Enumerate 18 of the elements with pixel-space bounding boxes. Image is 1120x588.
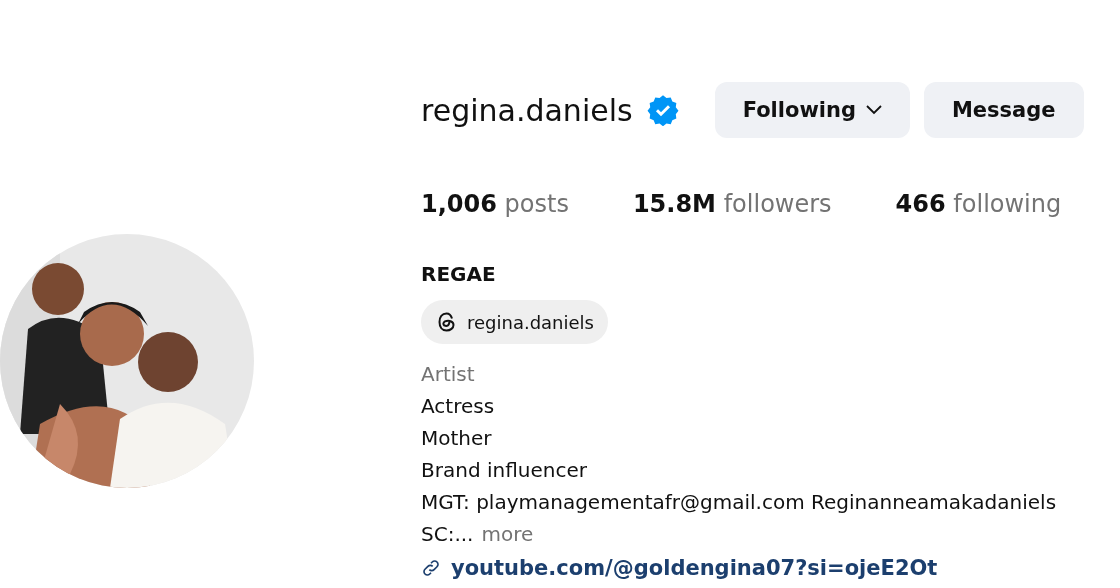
bio-line: MGT: playmanagementafr@gmail.com Reginanneamakadaniels [421, 489, 1058, 516]
chevron-down-icon [865, 105, 882, 115]
bio-line: Actress [421, 393, 496, 420]
username: regina.daniels [421, 92, 633, 128]
category-label: Artist [421, 361, 476, 388]
threads-link[interactable]: regina.daniels [421, 300, 608, 344]
profile-stat: 1,006 posts [421, 190, 569, 218]
display-name: REGAE [421, 262, 497, 286]
website-link[interactable]: youtube.com/@goldengina07?si=ojeE2Ot [451, 552, 938, 584]
profile-stat[interactable]: 466 following [895, 190, 1062, 218]
link-icon [421, 558, 441, 578]
message-button[interactable]: Message [923, 82, 1084, 138]
following-button[interactable]: Following [714, 82, 910, 138]
more-link[interactable]: more [481, 522, 534, 546]
bio-line: Mother [421, 425, 493, 452]
bio-line: Brand influencer [421, 457, 588, 484]
profile-stat[interactable]: 15.8M followers [632, 190, 832, 218]
bio-line: SC:... [421, 521, 474, 548]
